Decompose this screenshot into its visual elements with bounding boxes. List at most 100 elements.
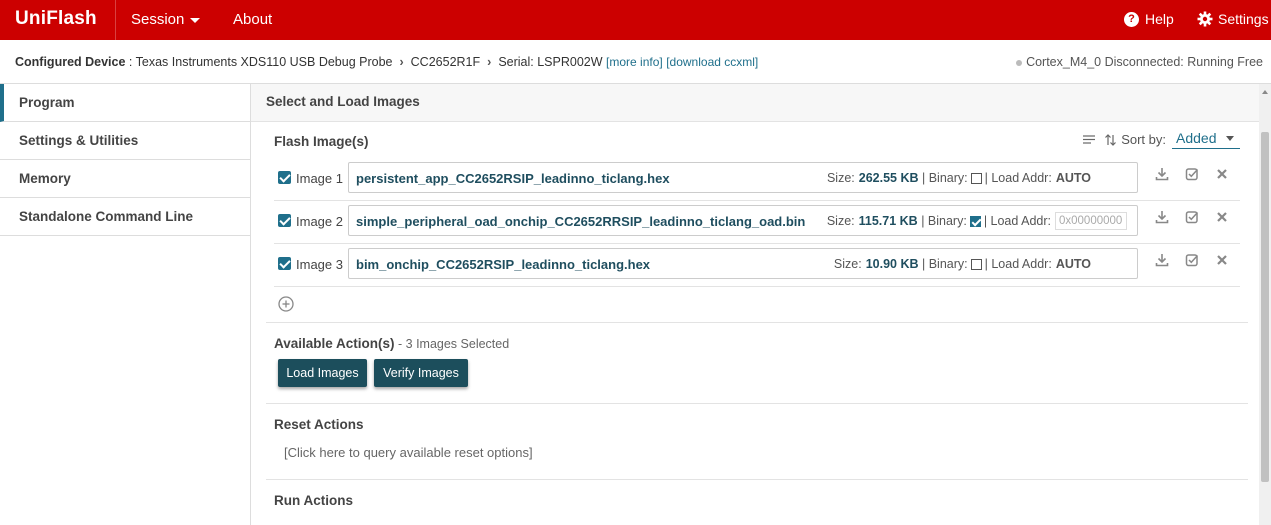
load-images-button[interactable]: Load Images xyxy=(278,359,367,387)
row-actions xyxy=(1150,210,1230,226)
scrollbar-thumb[interactable] xyxy=(1261,132,1269,482)
status-dot-icon xyxy=(1016,59,1023,66)
image-size: 115.71 KB xyxy=(858,214,918,228)
page-title: Select and Load Images xyxy=(251,84,1259,122)
available-actions-title: Available Action(s) - 3 Images Selected xyxy=(274,336,509,351)
gear-icon xyxy=(1197,11,1213,27)
sort-select[interactable]: Added xyxy=(1172,130,1240,149)
image-checkbox[interactable] xyxy=(278,171,291,184)
image-filename: persistent_app_CC2652RSIP_leadinno_ticla… xyxy=(356,171,670,186)
load-addr-value: AUTO xyxy=(1055,171,1091,185)
load-addr-input[interactable]: 0x00000000 xyxy=(1055,212,1127,230)
sidebar-item-standalone-command-line[interactable]: Standalone Command Line xyxy=(0,198,250,236)
section-divider xyxy=(266,479,1248,480)
image-row: Image 2 simple_peripheral_oad_onchip_CC2… xyxy=(274,201,1240,244)
vertical-scrollbar[interactable] xyxy=(1259,84,1271,525)
image-label: Image 1 xyxy=(296,171,343,186)
more-info-link[interactable]: [more info] xyxy=(606,55,663,69)
image-size: 10.90 KB xyxy=(865,257,919,271)
sort-value: Added xyxy=(1176,130,1217,146)
image-meta: Size: 262.55 KB | Binary: | Load Addr: AUTO xyxy=(827,171,1091,185)
add-image-icon[interactable] xyxy=(278,296,294,312)
chevron-right-icon: › xyxy=(399,55,404,69)
navbar-divider xyxy=(115,0,116,40)
chevron-down-icon xyxy=(190,17,201,23)
sidebar-item-program[interactable]: Program xyxy=(0,84,250,122)
chevron-right-icon: › xyxy=(487,55,492,69)
image-size: 262.55 KB xyxy=(858,171,919,185)
main-panel: Select and Load Images Flash Image(s) So… xyxy=(251,84,1259,525)
load-addr-label: | Load Addr: xyxy=(983,214,1051,228)
about-menu[interactable]: About xyxy=(233,11,272,28)
session-menu[interactable]: Session xyxy=(131,11,201,28)
download-icon[interactable] xyxy=(1155,210,1169,224)
device-bar: Configured Device : Texas Instruments XD… xyxy=(0,40,1271,84)
connection-status[interactable]: Cortex_M4_0 Disconnected: Running Free xyxy=(1016,55,1263,69)
sidebar-item-settings-utilities[interactable]: Settings & Utilities xyxy=(0,122,250,160)
image-file-field[interactable]: persistent_app_CC2652RSIP_leadinno_ticla… xyxy=(348,162,1138,193)
app-logo[interactable]: UniFlash xyxy=(15,8,97,30)
download-icon[interactable] xyxy=(1155,167,1169,181)
image-file-field[interactable]: simple_peripheral_oad_onchip_CC2652RRSIP… xyxy=(348,205,1138,236)
settings-label: Settings xyxy=(1218,11,1269,27)
reset-actions-title: Reset Actions xyxy=(274,417,364,432)
chevron-down-icon xyxy=(1226,135,1234,141)
list-view-icon[interactable] xyxy=(1083,135,1096,144)
section-divider xyxy=(266,403,1248,404)
settings-button[interactable]: Settings xyxy=(1197,11,1269,27)
binary-label: | Binary: xyxy=(922,257,968,271)
close-icon[interactable] xyxy=(1215,253,1229,267)
verify-icon[interactable] xyxy=(1185,167,1199,181)
serial-number: Serial: LSPR002W xyxy=(498,55,603,69)
binary-label: | Binary: xyxy=(922,171,968,185)
close-icon[interactable] xyxy=(1215,210,1229,224)
run-actions-title: Run Actions xyxy=(274,493,353,508)
images-selected-count: - 3 Images Selected xyxy=(394,337,510,351)
image-checkbox[interactable] xyxy=(278,257,291,270)
image-filename: simple_peripheral_oad_onchip_CC2652RRSIP… xyxy=(356,214,806,229)
section-divider xyxy=(266,322,1248,323)
binary-checkbox[interactable] xyxy=(969,215,981,227)
image-label: Image 3 xyxy=(296,257,343,272)
binary-label: | Binary: xyxy=(921,214,967,228)
load-addr-label: | Load Addr: xyxy=(984,257,1052,271)
size-label: Size: xyxy=(833,257,862,271)
device-breadcrumb: Configured Device : Texas Instruments XD… xyxy=(15,55,759,69)
help-icon: ? xyxy=(1124,11,1139,27)
close-icon[interactable] xyxy=(1215,167,1229,181)
download-icon[interactable] xyxy=(1155,253,1169,267)
download-ccxml-link[interactable]: [download ccxml] xyxy=(666,55,758,69)
image-row: Image 3 bim_onchip_CC2652RSIP_leadinno_t… xyxy=(274,244,1240,287)
image-checkbox[interactable] xyxy=(278,214,291,227)
top-navbar: UniFlash Session About ? Help Settings xyxy=(0,0,1271,40)
probe-name[interactable]: Texas Instruments XDS110 USB Debug Probe xyxy=(136,55,393,69)
binary-checkbox[interactable] xyxy=(970,258,982,270)
sort-icon[interactable] xyxy=(1105,133,1117,146)
verify-icon[interactable] xyxy=(1185,253,1199,267)
actions-title-text: Available Action(s) xyxy=(274,336,395,351)
sidebar-item-memory[interactable]: Memory xyxy=(0,160,250,198)
help-button[interactable]: ? Help xyxy=(1124,11,1174,27)
image-filename: bim_onchip_CC2652RSIP_leadinno_ticlang.h… xyxy=(356,257,651,272)
verify-icon[interactable] xyxy=(1185,210,1199,224)
row-actions xyxy=(1150,167,1230,183)
sort-label: Sort by: xyxy=(1121,132,1166,147)
chip-name[interactable]: CC2652R1F xyxy=(411,55,480,69)
image-row: Image 1 persistent_app_CC2652RSIP_leadin… xyxy=(274,158,1240,201)
load-addr-value: AUTO xyxy=(1055,257,1091,271)
flash-images-title: Flash Image(s) xyxy=(274,134,369,149)
verify-images-button[interactable]: Verify Images xyxy=(374,359,468,387)
image-meta: Size: 115.71 KB | Binary: | Load Addr: 0x00… xyxy=(827,212,1127,230)
image-meta: Size: 10.90 KB | Binary: | Load Addr: AUTO xyxy=(834,257,1091,271)
binary-checkbox[interactable] xyxy=(970,172,982,184)
configured-device-label: Configured Device xyxy=(15,55,126,69)
sort-controls: Sort by: Added xyxy=(1083,130,1240,149)
image-label: Image 2 xyxy=(296,214,343,229)
load-addr-label: | Load Addr: xyxy=(984,171,1052,185)
query-reset-options-link[interactable]: [Click here to query available reset opt… xyxy=(284,445,533,460)
row-actions xyxy=(1150,253,1230,269)
image-file-field[interactable]: bim_onchip_CC2652RSIP_leadinno_ticlang.h… xyxy=(348,248,1138,279)
size-label: Size: xyxy=(826,171,855,185)
scroll-up-arrow-icon[interactable] xyxy=(1262,90,1268,94)
size-label: Size: xyxy=(826,214,855,228)
